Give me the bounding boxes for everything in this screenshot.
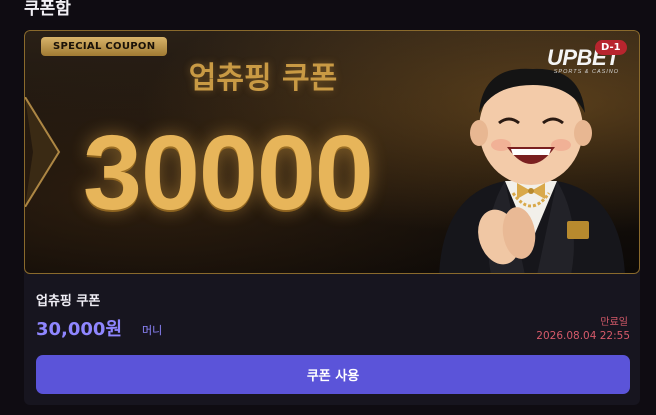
- coupon-banner: SPECIAL COUPON 업츄핑 쿠폰 30000 UPBET SPORTS…: [24, 30, 640, 274]
- expiry-label: 만료일: [600, 317, 628, 328]
- banner-amount: 30000: [83, 114, 374, 232]
- coupon-unit: 머니: [142, 324, 163, 337]
- coupon-amount: 30,000원: [36, 319, 123, 340]
- mascot-illustration: [439, 68, 625, 273]
- section-title: 쿠폰함: [24, 0, 71, 19]
- expiry-date: 2026.08.04 22:55: [536, 330, 630, 342]
- dday-badge: D-1: [595, 40, 627, 55]
- coupon-card: SPECIAL COUPON 업츄핑 쿠폰 30000 UPBET SPORTS…: [24, 30, 640, 405]
- use-coupon-button[interactable]: 쿠폰 사용: [36, 355, 630, 394]
- coupon-title: 업츄핑 쿠폰: [36, 294, 101, 309]
- logo-sub-text: SPORTS & CASINO: [553, 69, 620, 75]
- chevron-decoration-icon: [25, 97, 61, 207]
